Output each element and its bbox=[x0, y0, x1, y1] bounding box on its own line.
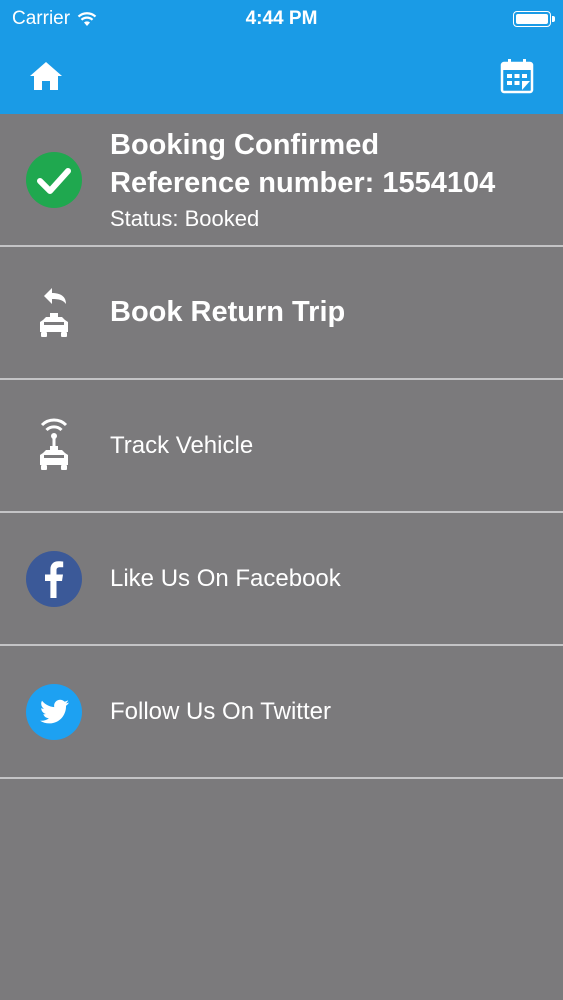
menu-item-twitter[interactable]: Follow Us On Twitter bbox=[0, 646, 563, 779]
taxi-return-icon bbox=[40, 287, 68, 337]
status-bar: Carrier 4:44 PM bbox=[0, 0, 563, 38]
booking-title: Booking Confirmed bbox=[110, 128, 380, 161]
menu-item-book-return[interactable]: Book Return Trip bbox=[0, 247, 563, 380]
app-header: Carrier 4:44 PM bbox=[0, 0, 563, 114]
menu-label-facebook: Like Us On Facebook bbox=[110, 564, 341, 592]
taxi-tracking-icon bbox=[40, 418, 68, 470]
home-icon bbox=[30, 62, 62, 90]
menu-item-track-vehicle[interactable]: Track Vehicle bbox=[0, 380, 563, 513]
booking-reference: Reference number: 1554104 bbox=[110, 166, 496, 199]
menu-label-track-vehicle: Track Vehicle bbox=[110, 431, 254, 459]
check-badge bbox=[25, 151, 83, 209]
facebook-icon-wrap bbox=[25, 550, 83, 608]
tracking-icon-wrap bbox=[25, 417, 83, 475]
booking-confirmation: Booking Confirmed Reference number: 1554… bbox=[0, 114, 563, 247]
calendar-button[interactable] bbox=[497, 56, 537, 96]
menu-item-facebook[interactable]: Like Us On Facebook bbox=[0, 513, 563, 646]
checkmark-icon bbox=[26, 151, 82, 208]
twitter-icon bbox=[26, 683, 82, 740]
navigation-bar bbox=[0, 38, 563, 114]
return-icon-wrap bbox=[25, 284, 83, 342]
menu-label-book-return: Book Return Trip bbox=[110, 296, 346, 328]
home-button[interactable] bbox=[26, 56, 66, 96]
battery-icon bbox=[513, 11, 555, 27]
twitter-icon-wrap bbox=[25, 683, 83, 741]
booking-details: Booking Confirmed Reference number: 1554… bbox=[110, 126, 543, 234]
calendar-icon bbox=[500, 59, 534, 94]
booking-status: Status: Booked bbox=[110, 205, 260, 231]
menu-label-twitter: Follow Us On Twitter bbox=[110, 697, 331, 725]
clock: 4:44 PM bbox=[245, 8, 318, 29]
facebook-icon bbox=[26, 550, 82, 607]
